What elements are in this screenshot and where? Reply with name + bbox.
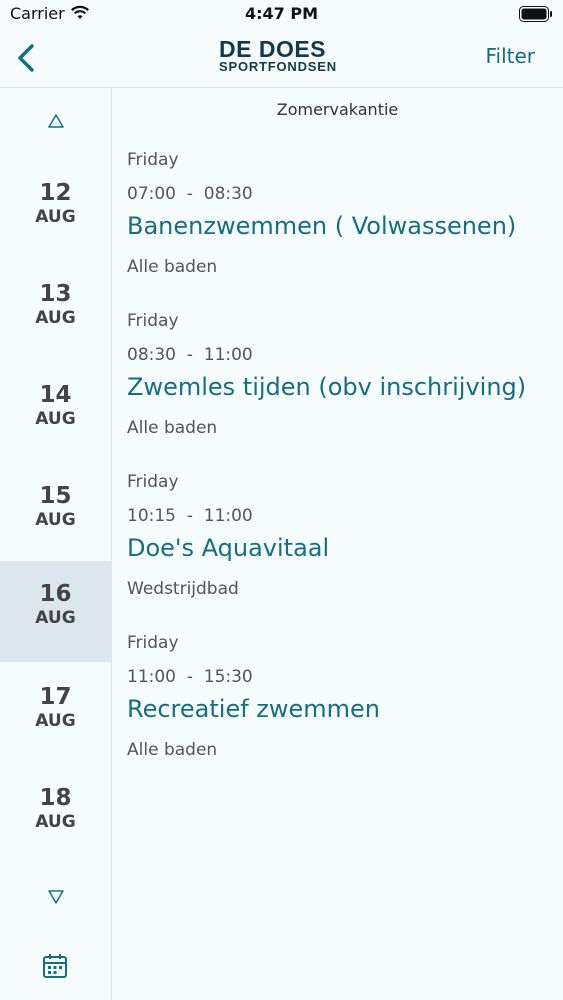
event-time: 08:30 - 11:00 <box>127 345 253 365</box>
chevron-left-icon <box>18 44 34 72</box>
event-start: 07:00 <box>127 184 176 204</box>
triangle-up-icon <box>47 114 64 128</box>
event-end: 11:00 <box>203 506 253 526</box>
status-bar: Carrier 4:47 PM <box>0 0 563 30</box>
date-day: 13 <box>39 281 72 307</box>
event-title: Doe's Aquavitaal <box>127 534 330 562</box>
event-start: 11:00 <box>127 667 176 687</box>
event-end: 15:30 <box>203 667 253 687</box>
status-time: 4:47 PM <box>244 4 318 23</box>
event-weekday: Friday <box>127 633 179 653</box>
date-item-15[interactable]: 15 AUG <box>0 463 111 564</box>
event-start: 08:30 <box>127 345 176 365</box>
triangle-down-icon <box>47 890 64 904</box>
date-month: AUG <box>35 207 76 227</box>
battery-icon <box>519 6 553 22</box>
logo-line1: DE DOES <box>219 36 327 62</box>
scroll-down-button[interactable] <box>0 888 111 910</box>
date-day: 18 <box>39 785 72 811</box>
scroll-up-button[interactable] <box>0 112 111 134</box>
section-header: Zomervakantie <box>276 100 399 119</box>
event-weekday: Friday <box>127 311 179 331</box>
calendar-icon <box>43 954 67 978</box>
date-day: 14 <box>39 382 72 408</box>
event-item[interactable]: Friday 08:30 - 11:00 Zwemles tijden (obv… <box>127 311 557 446</box>
event-weekday: Friday <box>127 150 179 170</box>
filter-button[interactable]: Filter <box>485 44 535 68</box>
event-item[interactable]: Friday 10:15 - 11:00 Doe's Aquavitaal We… <box>127 472 557 607</box>
date-item-12[interactable]: 12 AUG <box>0 160 111 261</box>
date-month: AUG <box>35 409 76 429</box>
date-sidebar: 12 AUG 13 AUG 14 AUG 15 AUG 16 AUG 17 AU… <box>0 88 112 1000</box>
date-item-16-selected[interactable]: 16 AUG <box>0 561 111 662</box>
navigation-bar: DE DOES SPORTFONDSEN Filter <box>0 30 563 88</box>
event-title: Banenzwemmen ( Volwassenen) <box>127 212 517 240</box>
event-time: 11:00 - 15:30 <box>127 667 253 687</box>
date-month: AUG <box>35 608 76 628</box>
date-item-18[interactable]: 18 AUG <box>0 765 111 866</box>
event-end: 08:30 <box>203 184 253 204</box>
event-item[interactable]: Friday 11:00 - 15:30 Recreatief zwemmen … <box>127 633 557 768</box>
back-button[interactable] <box>12 40 42 76</box>
event-time: 07:00 - 08:30 <box>127 184 253 204</box>
date-item-13[interactable]: 13 AUG <box>0 261 111 362</box>
event-weekday: Friday <box>127 472 179 492</box>
event-location: Alle baden <box>127 740 218 760</box>
event-start: 10:15 <box>127 506 176 526</box>
date-month: AUG <box>35 510 76 530</box>
event-item[interactable]: Friday 07:00 - 08:30 Banenzwemmen ( Volw… <box>127 150 557 285</box>
logo-line2: SPORTFONDSEN <box>219 59 337 74</box>
date-month: AUG <box>35 812 76 832</box>
event-location: Alle baden <box>127 418 218 438</box>
date-month: AUG <box>35 711 76 731</box>
date-day: 17 <box>39 684 72 710</box>
date-day: 15 <box>39 483 72 509</box>
date-day: 16 <box>39 581 72 607</box>
event-location: Alle baden <box>127 257 218 277</box>
event-time: 10:15 - 11:00 <box>127 506 253 526</box>
brand-logo: DE DOES SPORTFONDSEN <box>219 38 349 78</box>
date-item-14[interactable]: 14 AUG <box>0 362 111 463</box>
calendar-button[interactable] <box>42 953 68 983</box>
event-title: Zwemles tijden (obv inschrijving) <box>127 373 527 401</box>
event-list: Zomervakantie Friday 07:00 - 08:30 Banen… <box>112 88 563 1000</box>
event-end: 11:00 <box>203 345 253 365</box>
date-month: AUG <box>35 308 76 328</box>
event-location: Wedstrijdbad <box>127 579 239 599</box>
date-day: 12 <box>39 180 72 206</box>
event-title: Recreatief zwemmen <box>127 695 381 723</box>
date-item-17[interactable]: 17 AUG <box>0 664 111 765</box>
